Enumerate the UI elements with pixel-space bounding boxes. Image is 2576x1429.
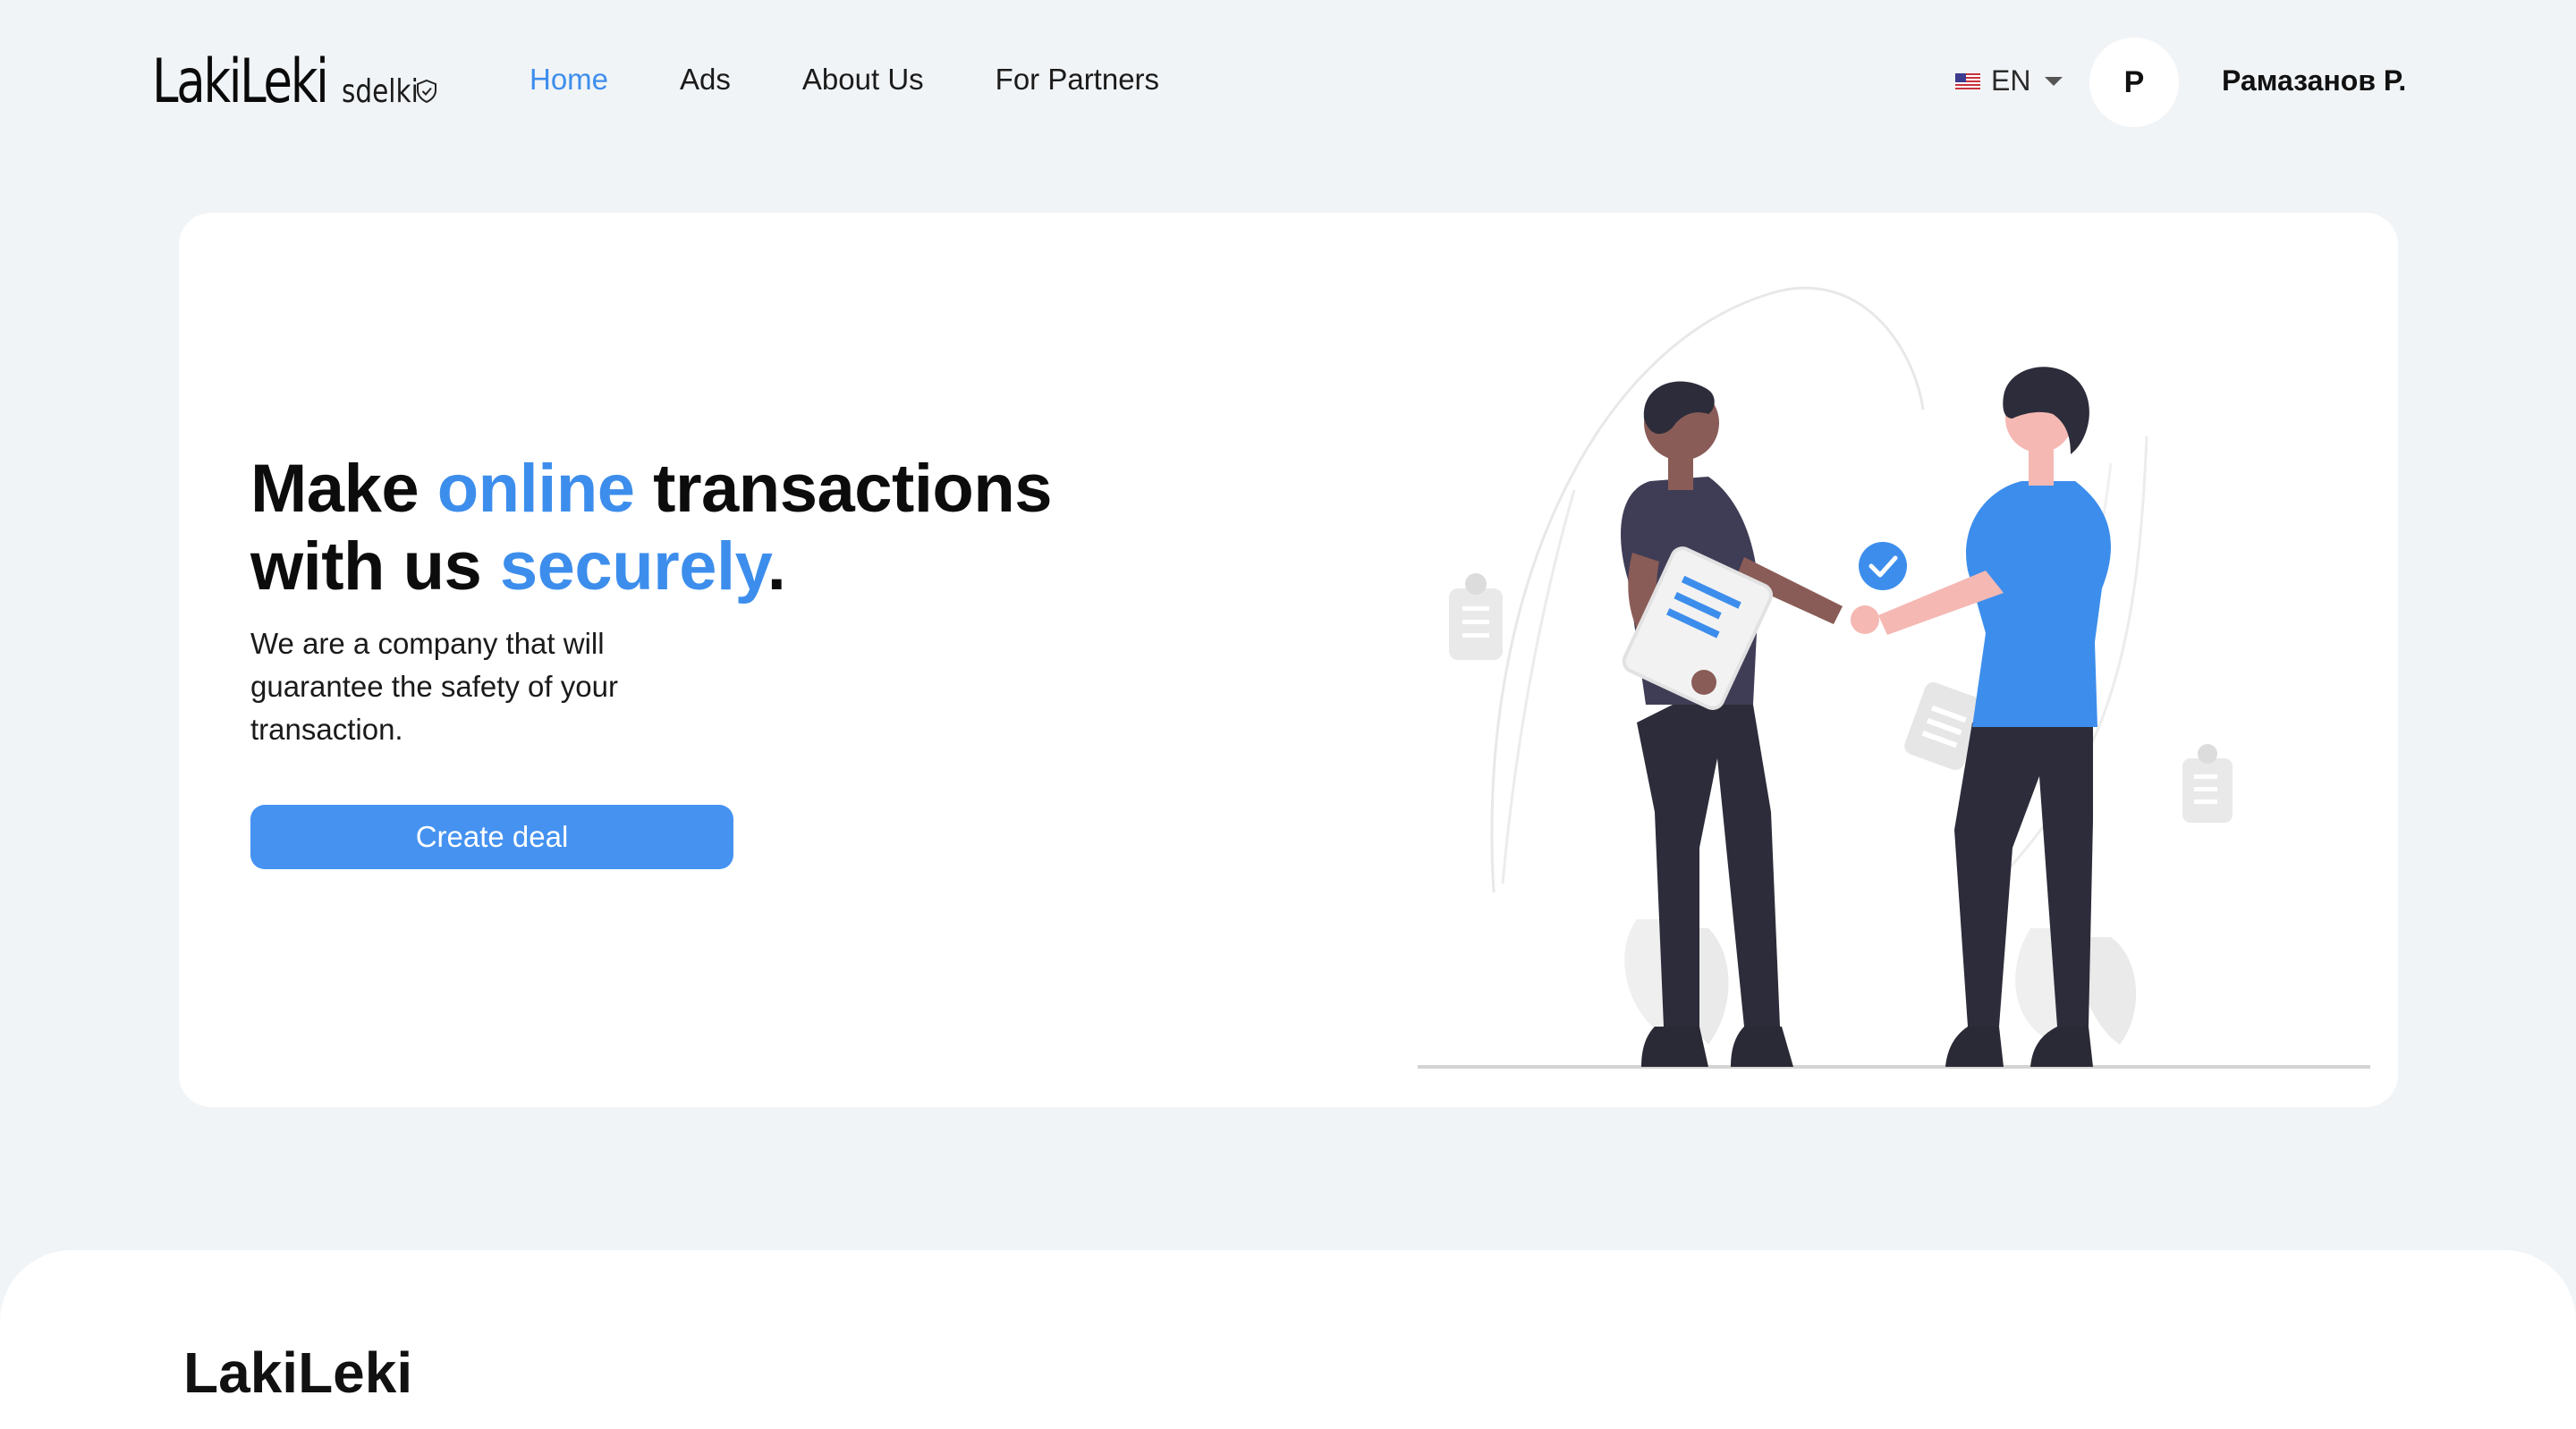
chevron-down-icon bbox=[2045, 76, 2063, 86]
hero-title-part: Make bbox=[250, 451, 437, 527]
hero-title-part: . bbox=[767, 528, 786, 605]
us-flag-icon bbox=[1955, 72, 1980, 89]
hero-title-accent: online bbox=[436, 451, 635, 527]
shield-check-icon bbox=[417, 79, 436, 104]
main-nav: Home Ads About Us For Partners bbox=[530, 63, 1231, 97]
features-section: LakiLeki bbox=[0, 1250, 2576, 1429]
handshake-illustration bbox=[1418, 286, 2370, 1069]
hero-title: Make online transactions with us securel… bbox=[250, 450, 1053, 605]
create-deal-button[interactable]: Create deal bbox=[250, 805, 733, 869]
nav-home[interactable]: Home bbox=[530, 63, 608, 97]
avatar[interactable]: P bbox=[2089, 38, 2179, 127]
language-label: EN bbox=[1991, 64, 2031, 97]
hero-title-accent: securely bbox=[499, 528, 767, 605]
section-heading: LakiLeki bbox=[183, 1340, 413, 1405]
nav-ads[interactable]: Ads bbox=[680, 63, 731, 97]
logo[interactable]: LakiLeki sdelki bbox=[152, 47, 438, 117]
logo-main-text: LakiLeki bbox=[152, 47, 329, 117]
nav-for-partners[interactable]: For Partners bbox=[996, 63, 1159, 97]
hero-card: Make online transactions with us securel… bbox=[179, 213, 2398, 1107]
user-name[interactable]: Рамазанов Р. bbox=[2222, 64, 2406, 97]
hero-subtitle: We are a company that will guarantee the… bbox=[250, 627, 618, 746]
language-selector[interactable]: EN bbox=[1955, 64, 2063, 97]
logo-sub-text: sdelki bbox=[342, 73, 419, 110]
hero-title-part: transactions bbox=[634, 451, 1053, 527]
nav-about-us[interactable]: About Us bbox=[802, 63, 924, 97]
hero-title-part: with us bbox=[250, 528, 500, 605]
site-header: LakiLeki sdelki Home Ads About Us For Pa… bbox=[0, 0, 2576, 165]
